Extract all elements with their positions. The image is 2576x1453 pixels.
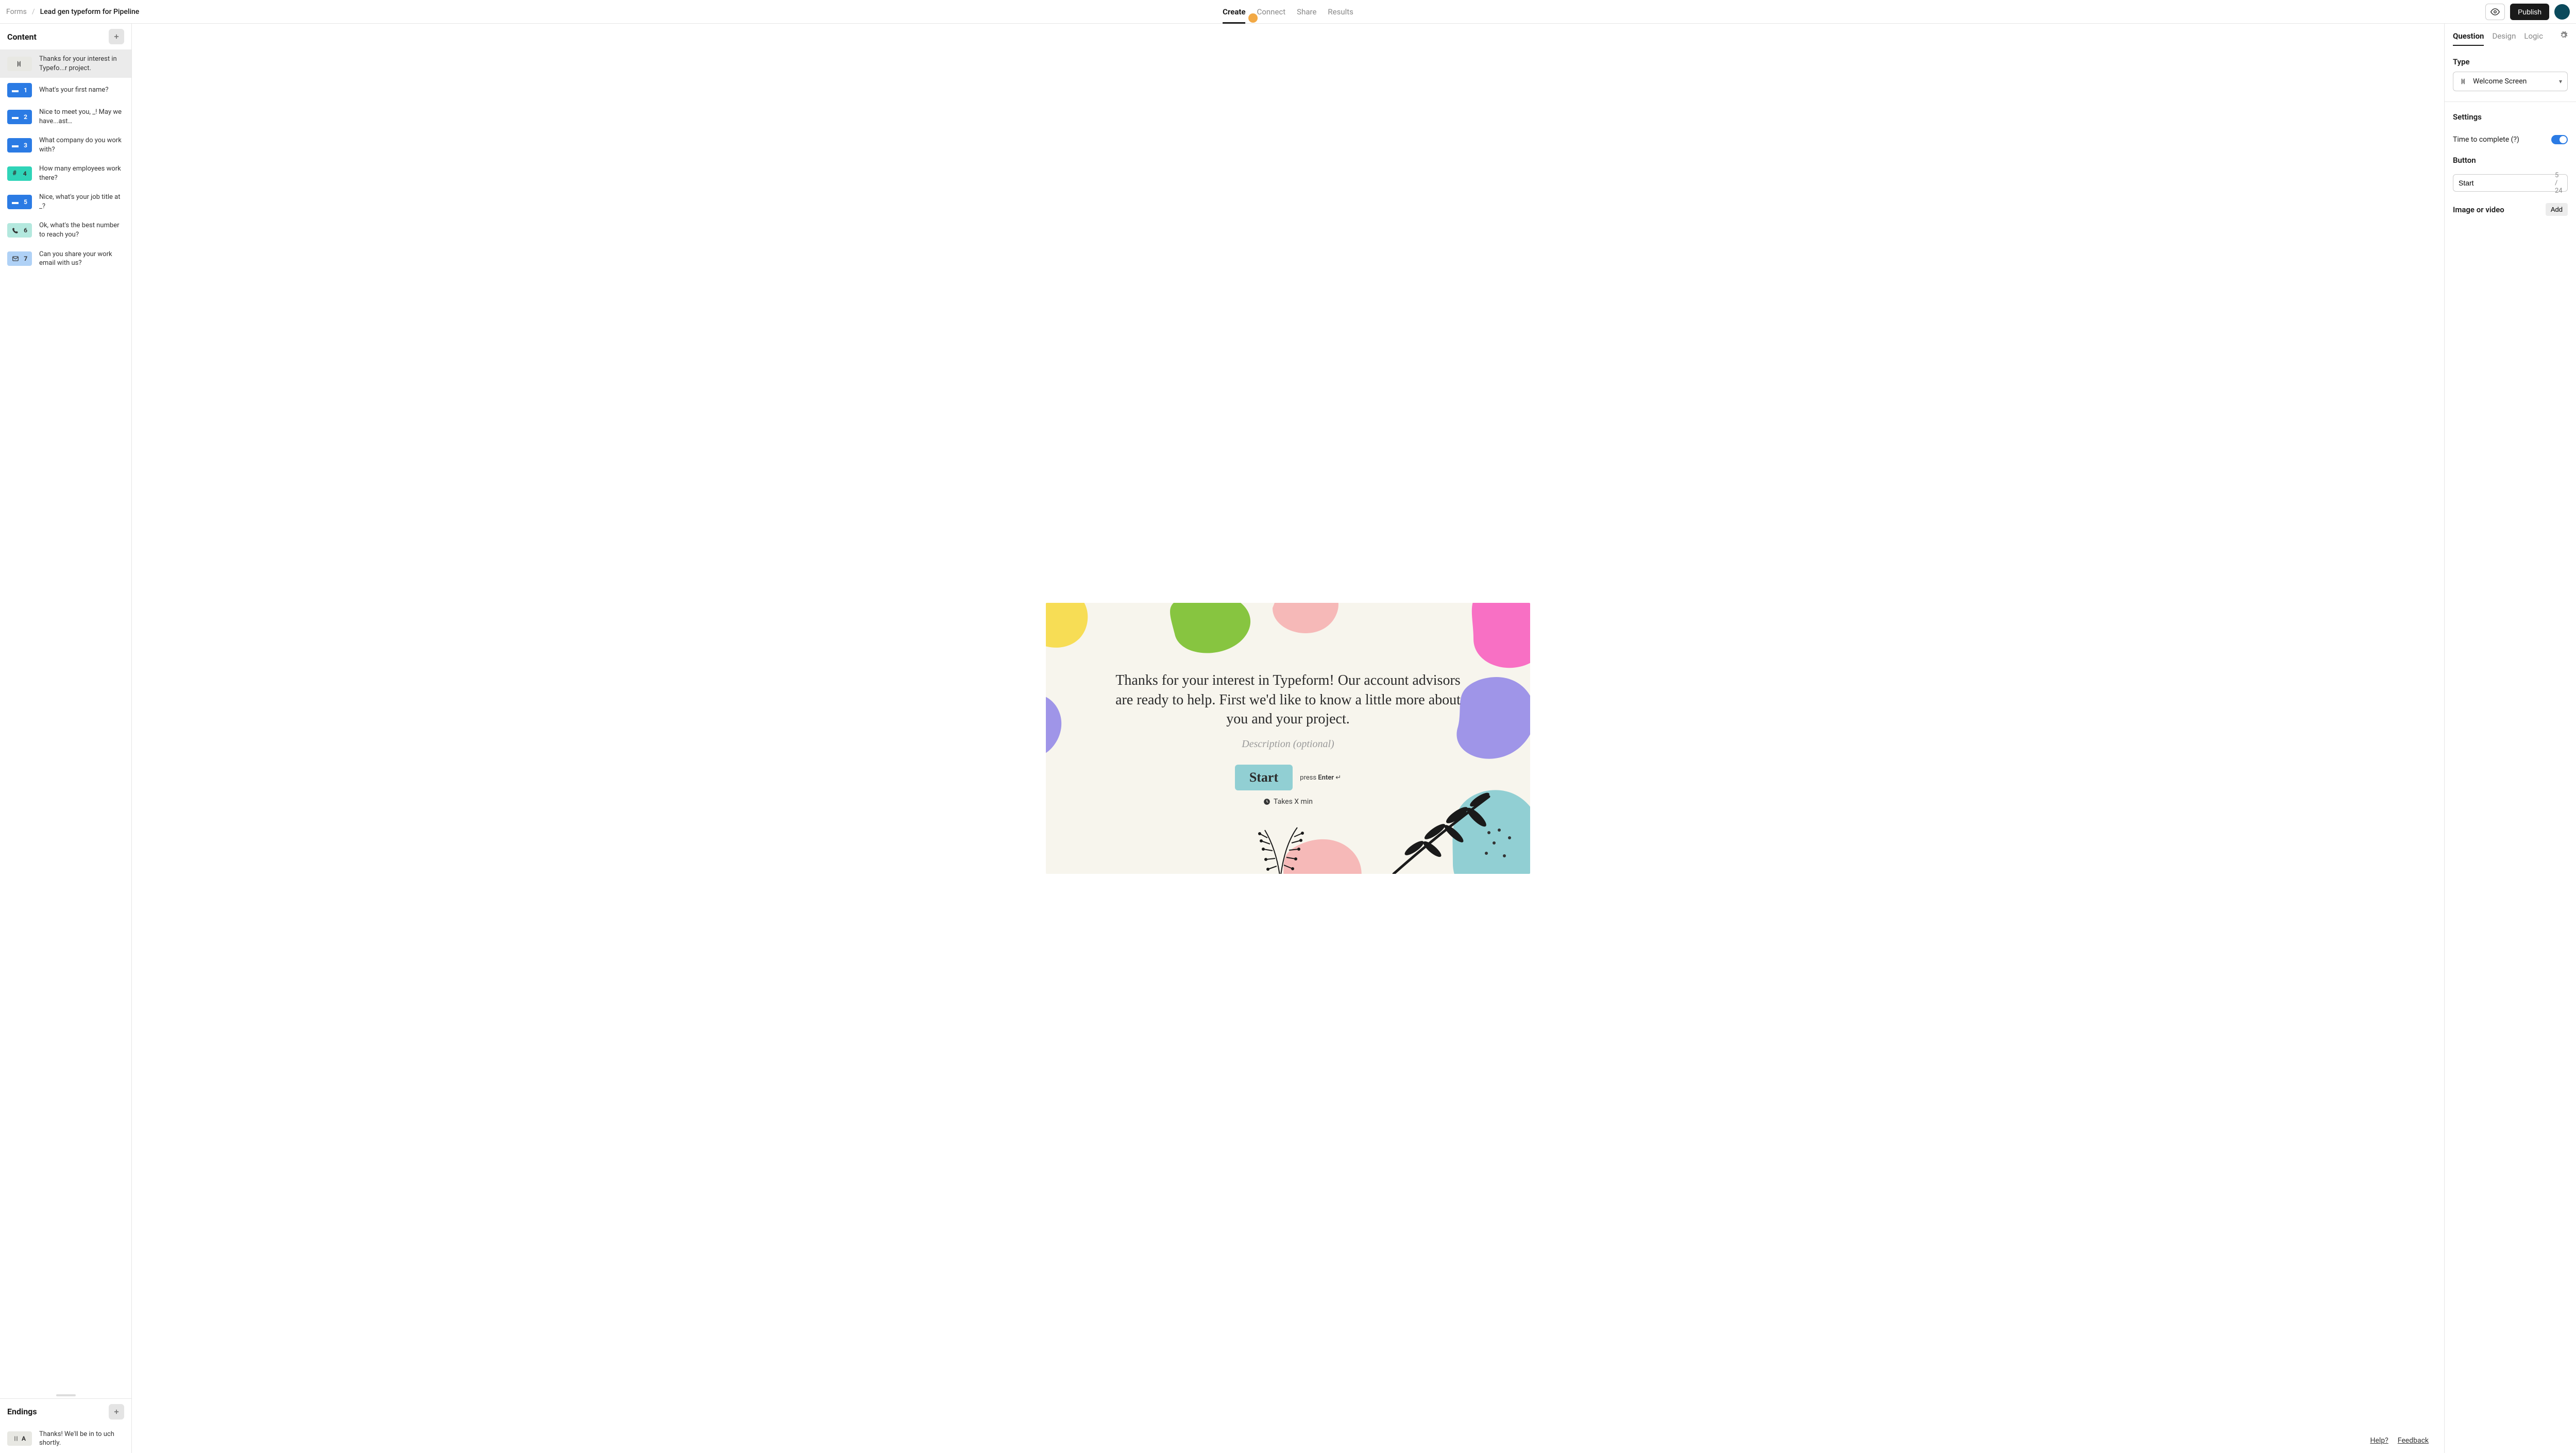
help-link[interactable]: Help?: [2370, 1437, 2388, 1445]
feedback-link[interactable]: Feedback: [2398, 1437, 2429, 1445]
plus-icon: [113, 1408, 120, 1415]
item-label: Can you share your work email with us?: [39, 250, 124, 268]
email-icon: 7: [7, 251, 32, 266]
footer-links: Help? Feedback: [2370, 1437, 2429, 1445]
time-to-complete-setting: Time to complete (?): [2453, 135, 2568, 144]
endings-heading: Endings: [7, 1407, 37, 1416]
number-icon: #4: [7, 166, 32, 181]
rtab-logic[interactable]: Logic: [2524, 31, 2543, 46]
resize-grip[interactable]: [56, 1394, 76, 1396]
time-to-complete: Takes X min: [1263, 798, 1313, 806]
tab-share[interactable]: Share: [1297, 0, 1316, 24]
breadcrumb: Forms / Lead gen typeform for Pipeline: [6, 8, 139, 16]
short-text-icon: ▬1: [7, 83, 32, 97]
blob-yellow: [1046, 603, 1123, 665]
button-char-counter: 5 / 24: [2555, 172, 2563, 195]
item-label: How many employees work there?: [39, 164, 124, 182]
welcome-description[interactable]: Description (optional): [1242, 738, 1334, 750]
ending-item-a[interactable]: A Thanks! We'll be in to uch shortly.: [0, 1425, 131, 1453]
right-panel: Question Design Logic Type Welcome Scree…: [2444, 24, 2576, 1453]
question-type-select[interactable]: Welcome Screen ▾: [2453, 72, 2568, 91]
blob-pink-top: [1262, 603, 1350, 644]
press-enter-hint: press Enter ↵: [1300, 774, 1341, 782]
breadcrumb-root[interactable]: Forms: [6, 8, 27, 16]
item-label: Nice, what's your job title at _?: [39, 193, 124, 211]
endings-section-header: Endings: [0, 1399, 131, 1425]
connect-indicator-dot: [1249, 13, 1258, 23]
plant-right: [1386, 791, 1499, 874]
rtab-question[interactable]: Question: [2453, 31, 2484, 46]
content-heading: Content: [7, 32, 37, 42]
start-row: Start press Enter ↵: [1235, 765, 1341, 790]
right-tabs: Question Design Logic: [2453, 31, 2568, 47]
content-items: Thanks for your interest in Typefo...r p…: [0, 49, 131, 1392]
left-panel: Content Thanks for your interest in Type…: [0, 24, 132, 1453]
blob-magenta: [1463, 603, 1530, 675]
add-media-button[interactable]: Add: [2546, 203, 2568, 216]
clock-icon: [1263, 798, 1270, 805]
app-header: Forms / Lead gen typeform for Pipeline C…: [0, 0, 2576, 24]
plant-left: [1236, 812, 1324, 874]
button-label: Button: [2453, 156, 2568, 165]
media-row: Image or video Add: [2453, 203, 2568, 216]
button-text-input[interactable]: [2459, 179, 2552, 187]
content-item-7[interactable]: 7 Can you share your work email with us?: [0, 245, 131, 273]
add-content-button[interactable]: [109, 29, 124, 44]
blob-green: [1164, 603, 1267, 665]
endings-section: Endings A Thanks! We'll be in to uch sho…: [0, 1398, 131, 1453]
preview-button[interactable]: [2485, 4, 2505, 20]
button-text-input-wrap: 5 / 24: [2453, 174, 2568, 192]
header-right: Publish: [2485, 4, 2570, 20]
item-label: What company do you work with?: [39, 136, 124, 154]
eye-icon: [2490, 7, 2500, 16]
settings-label: Settings: [2453, 112, 2568, 122]
plus-icon: [113, 33, 120, 40]
content-item-6[interactable]: 6 Ok, what's the best number to reach yo…: [0, 216, 131, 244]
media-label: Image or video: [2453, 205, 2504, 214]
short-text-icon: ▬2: [7, 110, 32, 124]
chevron-down-icon: ▾: [2559, 78, 2562, 85]
breadcrumb-separator: /: [32, 8, 35, 16]
tab-results[interactable]: Results: [1328, 0, 1353, 24]
breadcrumb-title[interactable]: Lead gen typeform for Pipeline: [40, 8, 140, 16]
tab-connect[interactable]: Connect: [1257, 0, 1286, 24]
content-item-5[interactable]: ▬5 Nice, what's your job title at _?: [0, 188, 131, 216]
rtab-design[interactable]: Design: [2492, 31, 2516, 46]
setting-label: Time to complete (?): [2453, 136, 2519, 144]
item-label: Thanks! We'll be in to uch shortly.: [39, 1430, 124, 1448]
content-item-welcome[interactable]: Thanks for your interest in Typefo...r p…: [0, 49, 131, 78]
short-text-icon: ▬5: [7, 195, 32, 209]
item-label: What's your first name?: [39, 86, 124, 95]
header-tabs: Create Connect Share Results: [1223, 0, 1353, 24]
start-button[interactable]: Start: [1235, 765, 1293, 790]
welcome-screen-icon: [2459, 76, 2469, 87]
add-ending-button[interactable]: [109, 1404, 124, 1420]
item-label: Thanks for your interest in Typefo...r p…: [39, 55, 124, 73]
content-section-header: Content: [0, 24, 131, 49]
content-item-1[interactable]: ▬1 What's your first name?: [0, 78, 131, 103]
type-value: Welcome Screen: [2473, 77, 2555, 86]
canvas-wrap: Thanks for your interest in Typeform! Ou…: [132, 24, 2444, 1453]
content-item-2[interactable]: ▬2 Nice to meet you, _! May we have...as…: [0, 103, 131, 131]
gear-icon: [2560, 31, 2568, 39]
publish-button[interactable]: Publish: [2510, 4, 2549, 20]
type-label: Type: [2453, 57, 2568, 66]
content-item-4[interactable]: #4 How many employees work there?: [0, 159, 131, 188]
tab-create[interactable]: Create: [1223, 0, 1245, 24]
blob-purple-left: [1046, 685, 1072, 757]
welcome-title[interactable]: Thanks for your interest in Typeform! Ou…: [1108, 671, 1468, 729]
time-toggle[interactable]: [2551, 135, 2568, 144]
ending-screen-icon: A: [7, 1431, 32, 1446]
avatar[interactable]: [2554, 4, 2570, 20]
form-preview[interactable]: Thanks for your interest in Typeform! Ou…: [1046, 603, 1530, 874]
welcome-screen-icon: [7, 57, 32, 71]
item-label: Nice to meet you, _! May we have...ast…: [39, 108, 124, 126]
short-text-icon: ▬3: [7, 138, 32, 153]
phone-icon: 6: [7, 223, 32, 238]
item-label: Ok, what's the best number to reach you?: [39, 221, 124, 239]
settings-gear-button[interactable]: [2560, 31, 2568, 46]
content-item-3[interactable]: ▬3 What company do you work with?: [0, 131, 131, 159]
